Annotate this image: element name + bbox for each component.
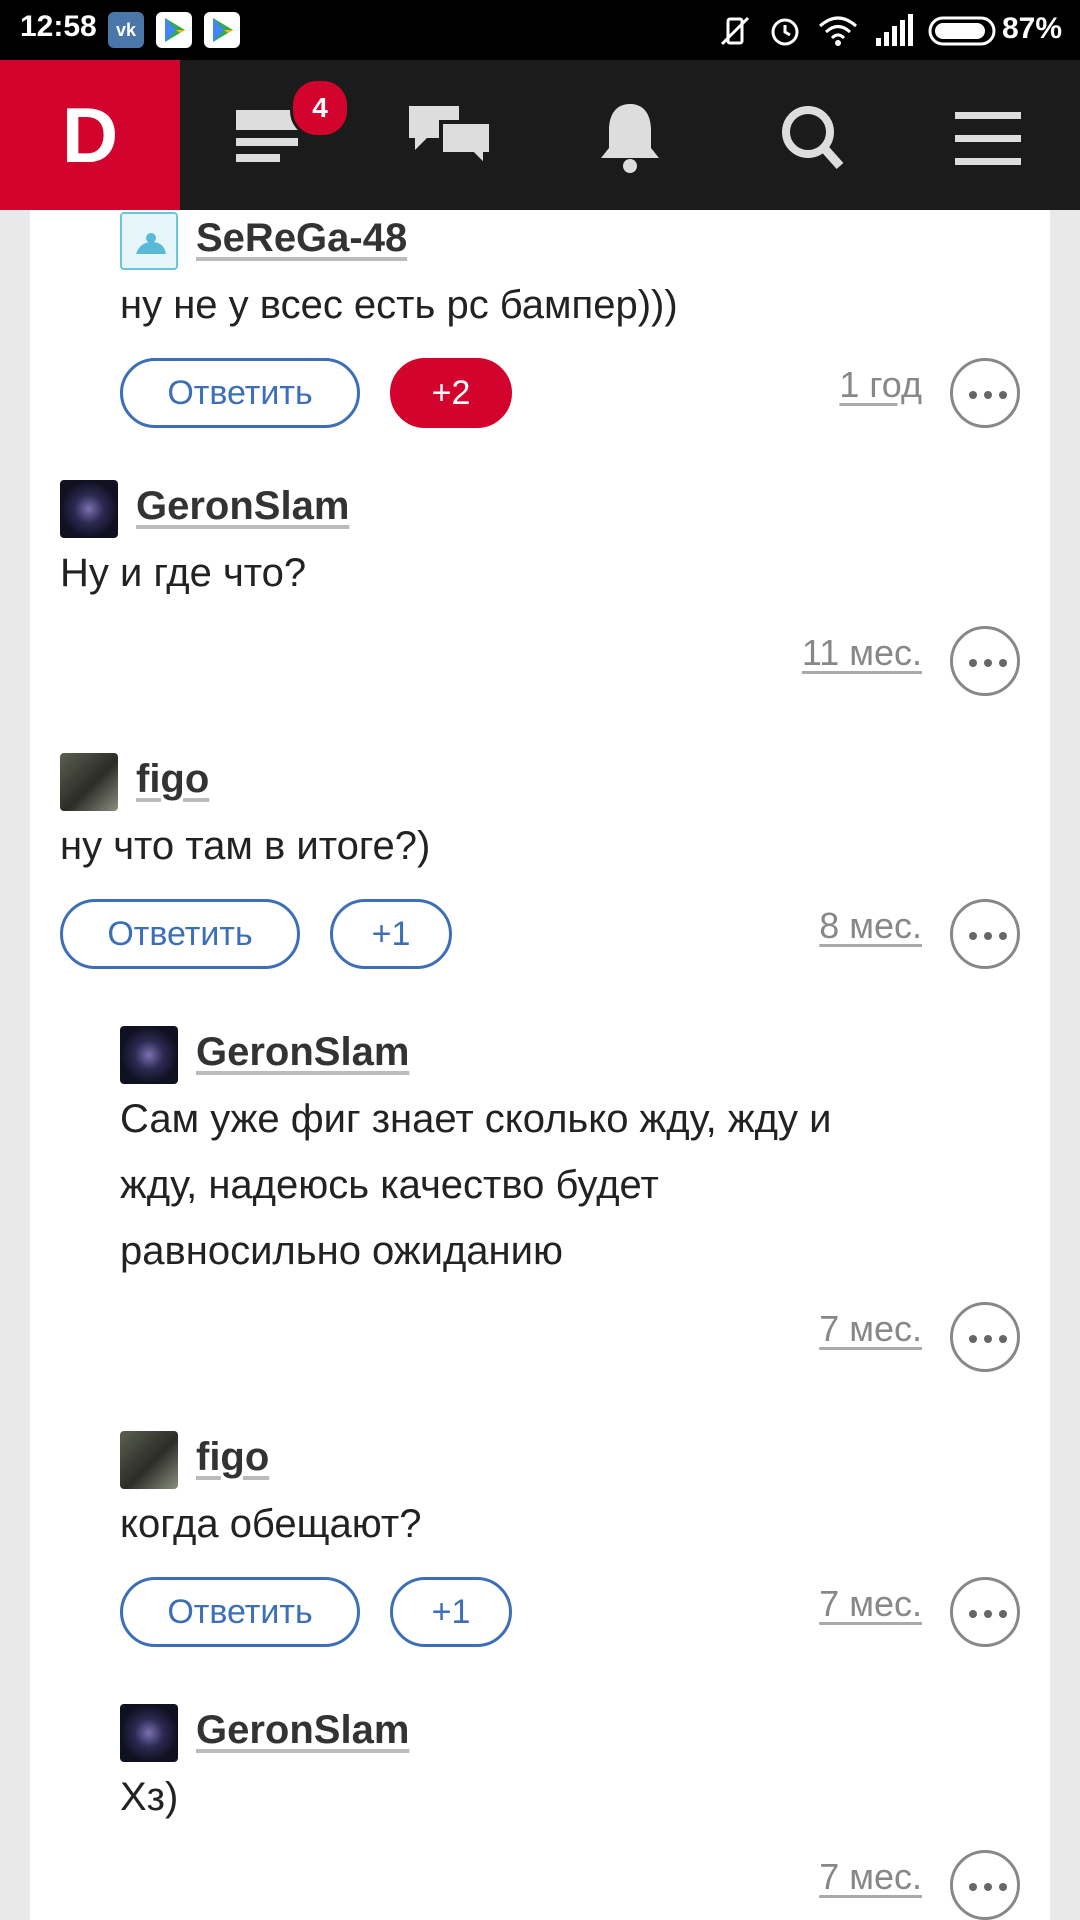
comment-text-line: равносильно ожиданию	[120, 1229, 563, 1273]
avatar[interactable]	[120, 1026, 178, 1084]
avatar[interactable]	[120, 1431, 178, 1489]
comment-time[interactable]: 7 мес.	[819, 1583, 922, 1625]
more-options-button[interactable]	[950, 1850, 1020, 1920]
comment-text-line: Сам уже фиг знает сколько жду, жду и	[120, 1097, 832, 1141]
feed-badge: 4	[290, 78, 350, 138]
comment-author[interactable]: figo	[136, 757, 209, 802]
alarm-icon	[771, 18, 799, 46]
play-store-icon	[156, 12, 192, 48]
comment: GeronSlam Сам уже фиг знает сколько жду,…	[30, 1026, 1050, 1372]
comment-text: Сам уже фиг знает сколько жду, жду и жду…	[120, 1086, 980, 1284]
avatar[interactable]	[120, 1704, 178, 1762]
status-time: 12:58	[20, 10, 97, 43]
more-options-button[interactable]	[950, 358, 1020, 428]
menu-icon	[955, 112, 1021, 165]
status-bar: 12:58 vk 87%	[0, 0, 1080, 60]
comment-time[interactable]: 8 мес.	[819, 905, 922, 947]
comment: figo ну что там в итоге?) Ответить +1 8 …	[30, 753, 1050, 969]
signal-icon	[876, 14, 913, 46]
comments-card: SeReGa-48 ну не у всес есть рс бампер)))…	[30, 210, 1050, 1920]
more-options-button[interactable]	[950, 1577, 1020, 1647]
avatar[interactable]	[60, 753, 118, 811]
app-logo[interactable]: D	[0, 60, 180, 210]
reply-button[interactable]: Ответить	[120, 358, 360, 428]
battery-percent: 87%	[1001, 12, 1062, 45]
play-store-icon	[204, 12, 240, 48]
notifications-button[interactable]	[585, 98, 675, 178]
reply-button[interactable]: Ответить	[120, 1577, 360, 1647]
search-button[interactable]	[770, 98, 860, 178]
avatar[interactable]	[60, 480, 118, 538]
more-options-button[interactable]	[950, 1302, 1020, 1372]
comment-author[interactable]: GeronSlam	[196, 1030, 409, 1075]
comment-author[interactable]: GeronSlam	[196, 1708, 409, 1753]
avatar[interactable]	[120, 212, 178, 270]
comment-text: когда обещают?	[120, 1502, 422, 1546]
vote-button[interactable]: +1	[330, 899, 452, 969]
vk-icon: vk	[108, 12, 144, 48]
comment-author[interactable]: SeReGa-48	[196, 216, 407, 261]
comment-text: Хз)	[120, 1775, 179, 1819]
battery-icon	[928, 16, 996, 46]
menu-button[interactable]	[945, 98, 1035, 178]
mute-vibrate-icon	[720, 16, 750, 46]
comment: figo когда обещают? Ответить +1 7 мес.	[30, 1431, 1050, 1647]
comment-time[interactable]: 1 год	[839, 364, 922, 406]
chat-icon	[409, 106, 493, 171]
comment-text-line: жду, надеюсь качество будет	[120, 1163, 659, 1207]
comment-text: Ну и где что?	[60, 551, 307, 595]
chat-button[interactable]	[405, 98, 495, 178]
comment: GeronSlam Ну и где что? 11 мес.	[30, 480, 1050, 696]
bell-icon	[601, 104, 659, 173]
comment-time[interactable]: 11 мес.	[802, 632, 922, 674]
top-navbar: D 4	[0, 60, 1080, 210]
more-options-button[interactable]	[950, 626, 1020, 696]
comment-author[interactable]: GeronSlam	[136, 484, 349, 529]
more-options-button[interactable]	[950, 899, 1020, 969]
comment-text: ну что там в итоге?)	[60, 824, 431, 868]
reply-button[interactable]: Ответить	[60, 899, 300, 969]
comment-time[interactable]: 7 мес.	[819, 1856, 922, 1898]
comment-time[interactable]: 7 мес.	[819, 1308, 922, 1350]
wifi-icon	[819, 16, 857, 46]
vote-button[interactable]: +1	[390, 1577, 512, 1647]
comment: SeReGa-48 ну не у всес есть рс бампер)))…	[30, 212, 1050, 428]
search-icon	[782, 106, 844, 169]
vote-button[interactable]: +2	[390, 358, 512, 428]
comment-author[interactable]: figo	[196, 1435, 269, 1480]
comment: GeronSlam Хз) 7 мес.	[30, 1704, 1050, 1920]
comment-text: ну не у всес есть рс бампер)))	[120, 283, 678, 327]
